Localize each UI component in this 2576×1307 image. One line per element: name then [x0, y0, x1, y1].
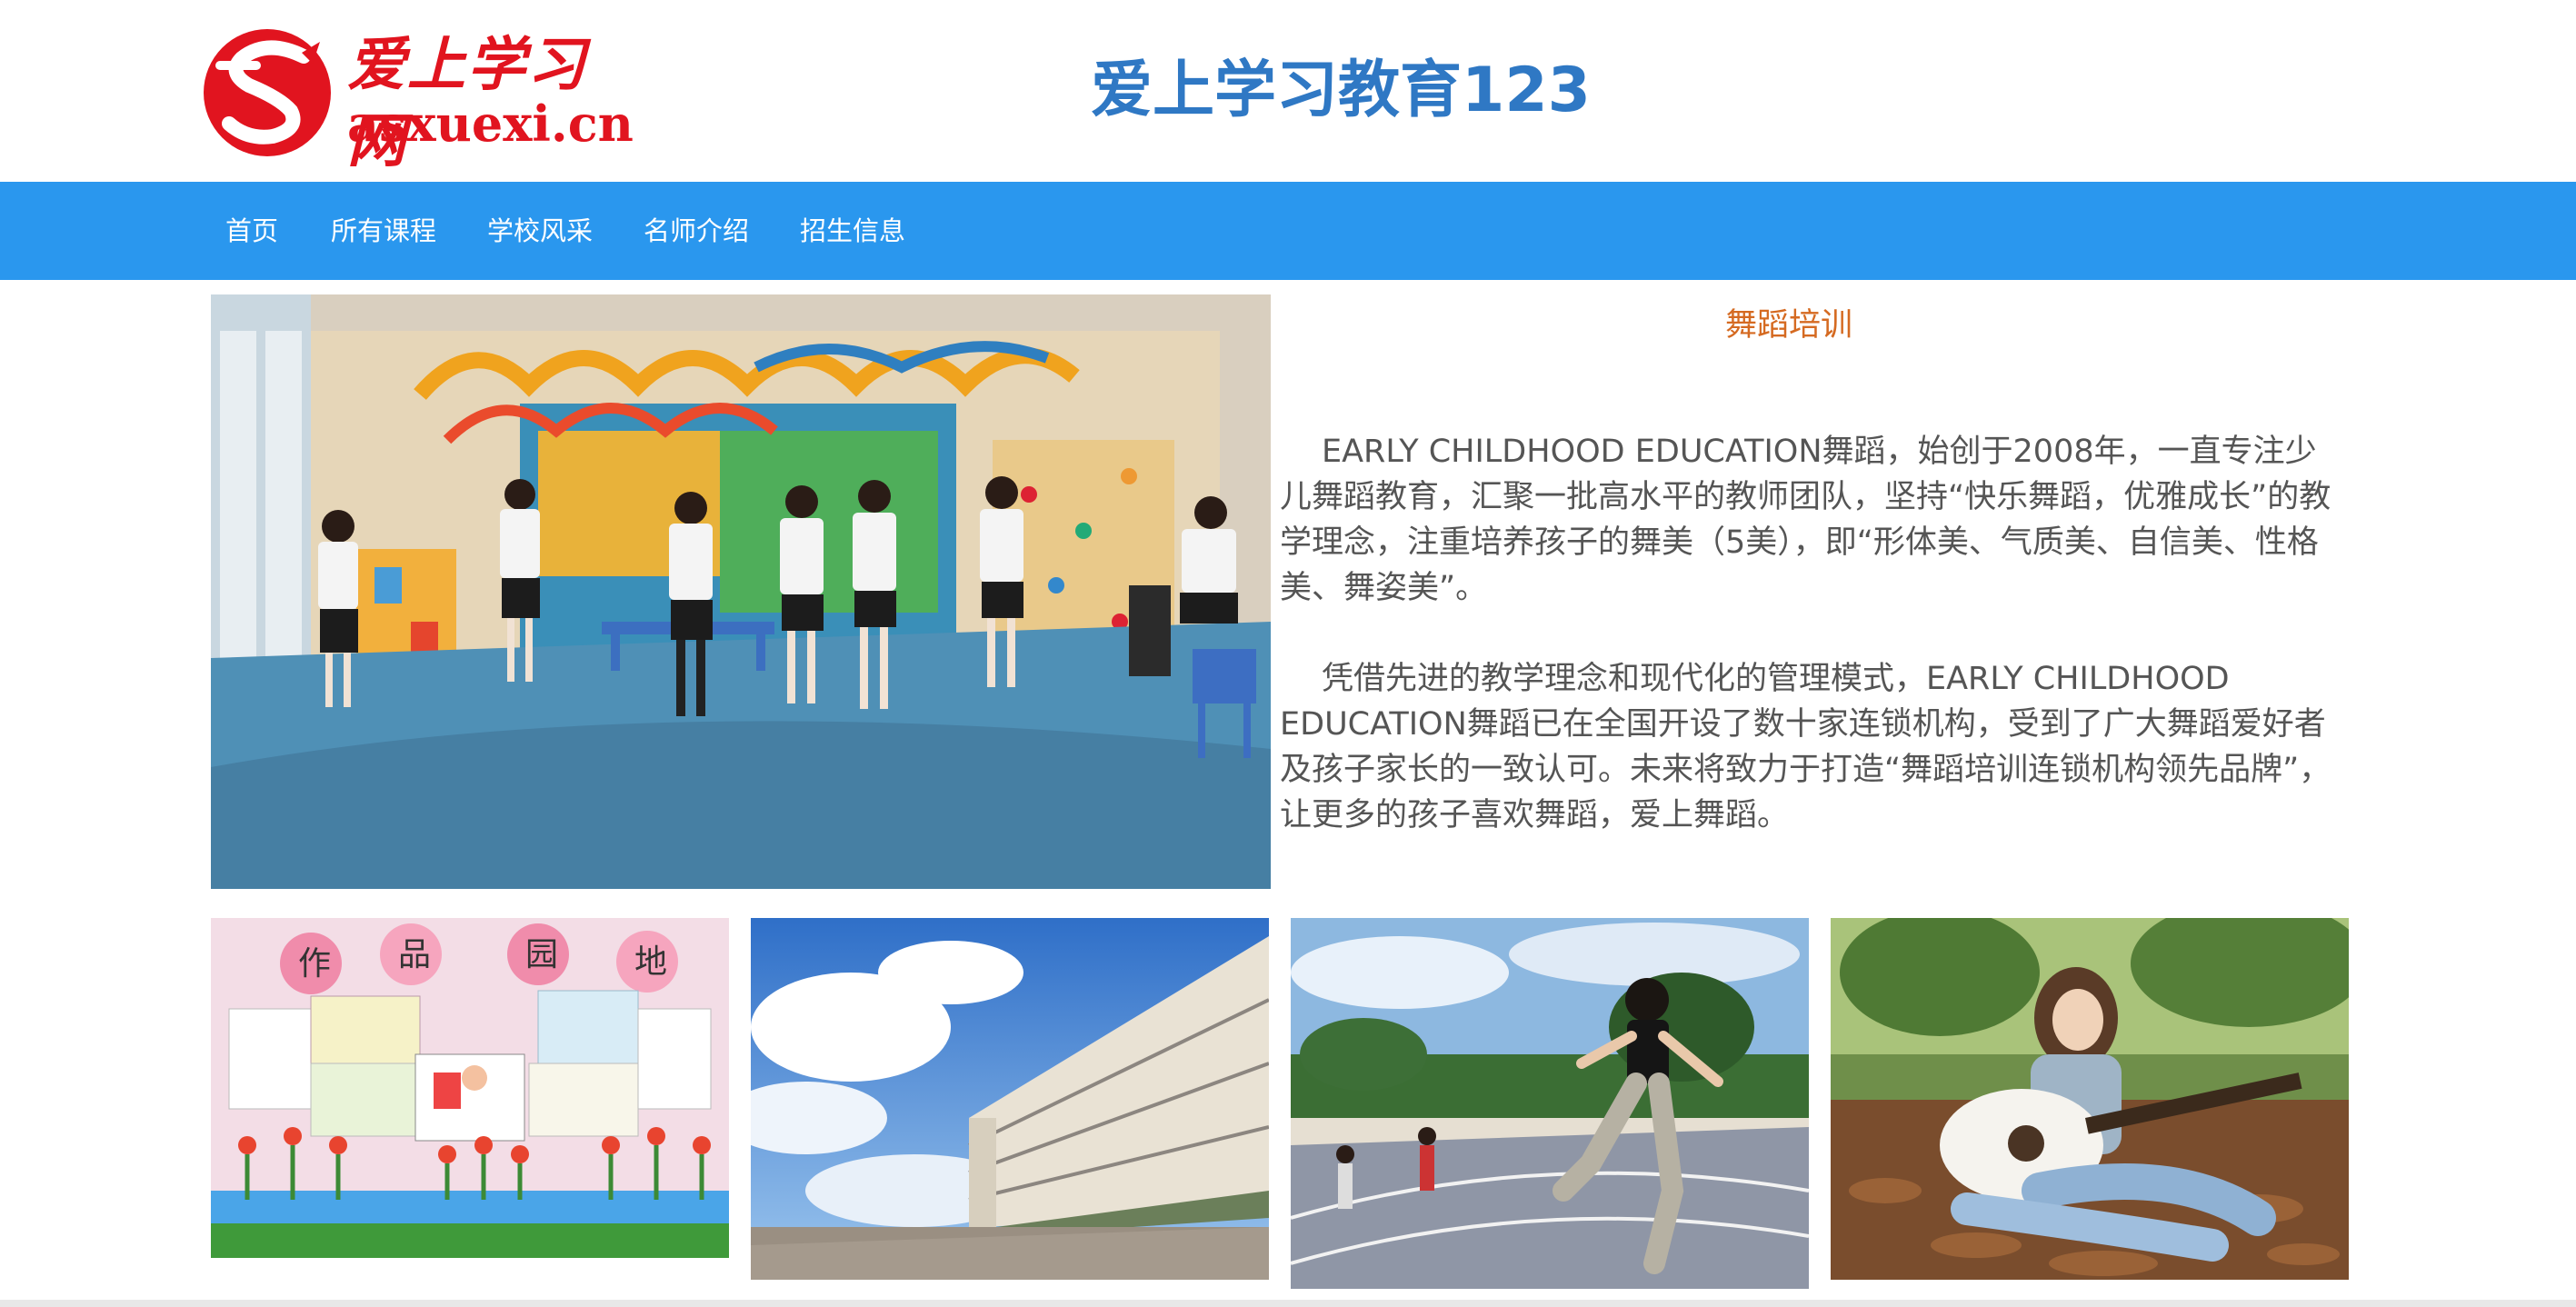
intro-text: EARLY CHILDHOOD EDUCATION舞蹈，始创于2008年，一直专… [1280, 429, 2343, 883]
artwork-sign-char: 品 [398, 936, 431, 973]
site-logo[interactable]: 爱上学习网 asxuexi.cn [202, 22, 634, 175]
intro-paragraph: EARLY CHILDHOOD EDUCATION舞蹈，始创于2008年，一直专… [1280, 434, 2331, 606]
gallery-image-guitar-girl[interactable] [1831, 918, 2349, 1280]
main-navbar: 首页 所有课程 学校风采 名师介绍 招生信息 [0, 182, 2576, 280]
nav-item-enrollment[interactable]: 招生信息 [800, 182, 905, 280]
hero-image-dance-class [211, 294, 1271, 889]
gallery-image-running-girl[interactable] [1291, 918, 1809, 1289]
intro-paragraph: 凭借先进的教学理念和现代化的管理模式，EARLY CHILDHOOD EDUCA… [1280, 661, 2331, 833]
artwork-sign-char: 园 [525, 936, 558, 973]
nav-item-school-style[interactable]: 学校风采 [487, 182, 593, 280]
artwork-sign-char: 作 [298, 945, 331, 983]
gallery-image-artwork-wall[interactable]: 作 品 园 地 [211, 918, 729, 1258]
artwork-sign-char: 地 [634, 943, 667, 981]
site-title: 爱上学习教育123 [1091, 55, 1591, 126]
nav-item-all-courses[interactable]: 所有课程 [331, 182, 436, 280]
logo-text-en: asxuexi.cn [347, 95, 634, 153]
gallery-image-school-building[interactable] [751, 918, 1269, 1280]
page-bottom-divider [0, 1300, 2576, 1307]
intro-title: 舞蹈培训 [1724, 307, 1852, 344]
logo-emblem-icon [204, 29, 331, 156]
nav-item-teachers[interactable]: 名师介绍 [644, 182, 749, 280]
site-header: 爱上学习网 asxuexi.cn 爱上学习教育123 [0, 0, 2576, 182]
nav-item-home[interactable]: 首页 [225, 182, 278, 280]
